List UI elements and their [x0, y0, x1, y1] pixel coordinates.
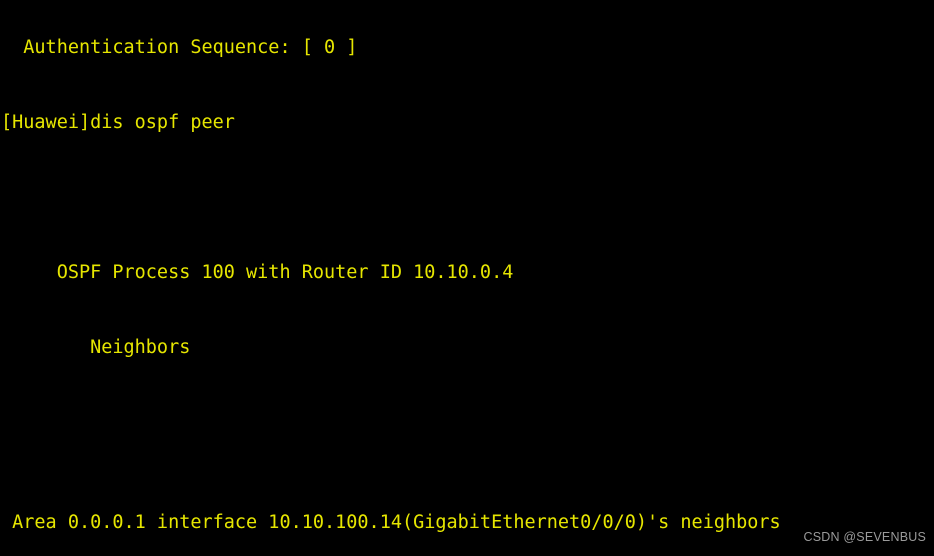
area-interface-line-1: Area 0.0.0.1 interface 10.10.100.14(Giga… [1, 512, 781, 533]
command-prompt-line: [Huawei]dis ospf peer [1, 112, 235, 133]
csdn-watermark: CSDN @SEVENBUS [803, 530, 926, 544]
clipped-previous-line: Authentication Sequence: [ 0 ] [1, 37, 358, 58]
terminal-output[interactable]: Authentication Sequence: [ 0 ] [Huawei]d… [0, 0, 934, 556]
terminal-window[interactable]: Authentication Sequence: [ 0 ] [Huawei]d… [0, 0, 934, 556]
neighbors-header-1: Neighbors [1, 337, 191, 358]
ospf-process-line: OSPF Process 100 with Router ID 10.10.0.… [1, 262, 514, 283]
